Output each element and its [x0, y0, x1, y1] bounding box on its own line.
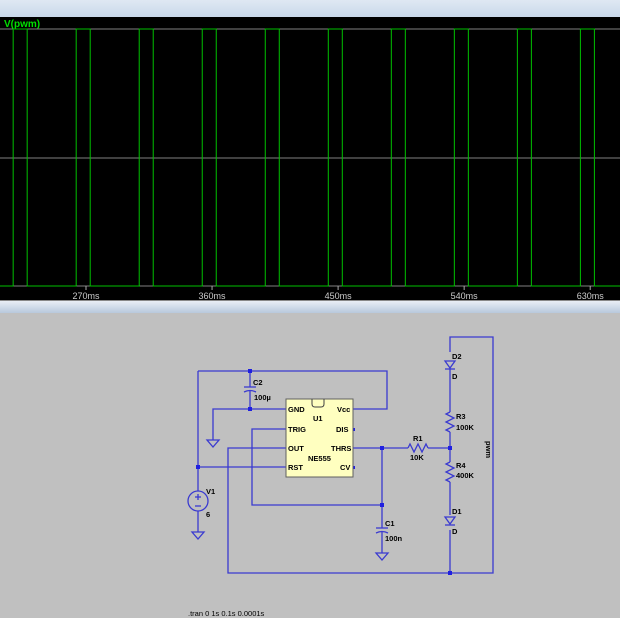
pin-gnd: GND — [288, 405, 305, 414]
c1-ref: C1 — [385, 519, 395, 528]
v1-value: 6 — [206, 510, 210, 519]
x-tick-label: 450ms — [325, 291, 353, 300]
resistor-r4[interactable] — [444, 461, 456, 483]
pin-cv: CV — [340, 463, 350, 472]
diode-d1[interactable] — [443, 516, 457, 526]
r3-value: 100K — [456, 423, 475, 432]
ground-icon — [190, 531, 206, 540]
r4-value: 400K — [456, 471, 475, 480]
ground-icon — [205, 439, 221, 448]
c2-ref: C2 — [253, 378, 263, 387]
pin-trig: TRIG — [288, 425, 306, 434]
pin-rst: RST — [288, 463, 303, 472]
d1-ref: D1 — [452, 507, 462, 516]
resistor-r1[interactable] — [407, 442, 429, 454]
diode-d2[interactable] — [443, 360, 457, 370]
x-tick-label: 270ms — [72, 291, 100, 300]
d2-value: D — [452, 372, 458, 381]
pin-thrs: THRS — [331, 444, 351, 453]
r1-value: 10K — [410, 453, 424, 462]
r1-ref: R1 — [413, 434, 423, 443]
ground-icon — [374, 552, 390, 561]
pin-vcc: Vcc — [337, 405, 350, 414]
c1-value: 100n — [385, 534, 403, 543]
voltage-source-v1[interactable] — [187, 490, 209, 512]
net-label-pwm[interactable]: pwm — [484, 441, 493, 458]
v1-ref: V1 — [206, 487, 215, 496]
c2-value: 100µ — [254, 393, 271, 402]
x-tick-label: 630ms — [577, 291, 605, 300]
schematic-canvas[interactable]: GND Vcc TRIG DIS OUT THRS RST CV U1 NE55… — [0, 312, 620, 618]
pin-out: OUT — [288, 444, 304, 453]
waveform-window-titlebar[interactable] — [0, 0, 620, 17]
waveform-plot[interactable]: V(pwm) 270ms 360ms 450ms 540ms 630ms — [0, 17, 620, 300]
ic-part: NE555 — [308, 454, 331, 463]
x-tick-label: 360ms — [199, 291, 227, 300]
x-tick-label: 540ms — [451, 291, 479, 300]
d1-value: D — [452, 527, 458, 536]
r4-ref: R4 — [456, 461, 466, 470]
trace-label[interactable]: V(pwm) — [4, 19, 40, 30]
ic-ref: U1 — [313, 414, 323, 423]
pin-dis: DIS — [336, 425, 349, 434]
resistor-r3[interactable] — [444, 411, 456, 433]
spice-directive[interactable]: .tran 0 1s 0.1s 0.0001s — [188, 609, 265, 618]
d2-ref: D2 — [452, 352, 462, 361]
r3-ref: R3 — [456, 412, 466, 421]
